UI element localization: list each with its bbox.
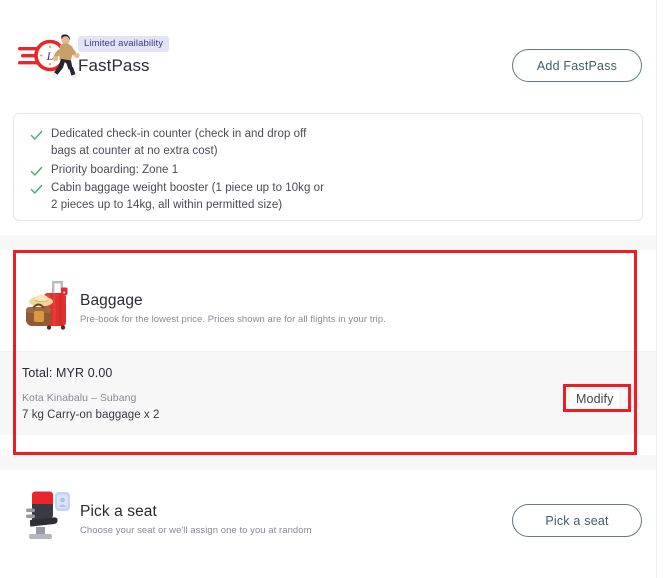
benefit-label: Cabin baggage weight booster (1 piece up… [51, 180, 324, 214]
seat-heading-group: Pick a seat Choose your seat or we'll as… [80, 503, 312, 536]
baggage-heading-group: Baggage Pre-book for the lowest price. P… [80, 292, 386, 325]
benefit-line: bags at counter at no extra cost) [51, 145, 218, 157]
benefit-item: Dedicated check-in counter (check in and… [30, 126, 306, 160]
benefit-label: Priority boarding: Zone 1 [51, 164, 179, 176]
airplane-seat-icon [22, 486, 80, 542]
seat-subtitle: Choose your seat or we'll assign one to … [80, 525, 312, 536]
add-fastpass-button[interactable]: Add FastPass [512, 49, 642, 82]
baggage-section[interactable]: Baggage Pre-book for the lowest price. P… [0, 250, 656, 455]
check-icon [30, 129, 43, 142]
benefit-line: Dedicated check-in counter (check in and… [51, 128, 307, 140]
baggage-route: Kota Kinabalu – Subang [22, 392, 137, 404]
fastpass-title: FastPass [78, 56, 150, 75]
benefit-item: Cabin baggage weight booster (1 piece up… [30, 180, 324, 214]
baggage-summary-panel: Total: MYR 0.00 Kota Kinabalu – Subang 7… [0, 352, 656, 435]
benefit-line: Cabin baggage weight booster (1 piece up… [51, 182, 324, 194]
seat-title: Pick a seat [80, 503, 157, 520]
baggage-detail: 7 kg Carry-on baggage x 2 [22, 409, 160, 421]
check-icon [30, 183, 43, 196]
scrollbar-thumb[interactable] [659, 2, 666, 302]
baggage-header: Baggage Pre-book for the lowest price. P… [0, 250, 656, 352]
fastpass-running-clock-icon: L [18, 28, 80, 84]
booking-addons-page: L Limited availability FastPass Add Fast… [0, 0, 656, 578]
fastpass-heading-group: Limited availability FastPass [78, 33, 170, 76]
pick-a-seat-button[interactable]: Pick a seat [512, 504, 642, 537]
benefit-item: Priority boarding: Zone 1 [30, 162, 178, 179]
benefit-label: Dedicated check-in counter (check in and… [51, 126, 306, 160]
benefit-line: 2 pieces up to 14kg, all within permitte… [51, 199, 283, 211]
baggage-total: Total: MYR 0.00 [22, 366, 113, 380]
vertical-scrollbar[interactable] [656, 0, 668, 578]
svg-text:L: L [46, 49, 54, 63]
check-icon [30, 165, 43, 178]
suitcase-duffel-bag-icon [22, 276, 80, 332]
modify-baggage-link[interactable]: Modify [570, 390, 620, 408]
section-divider [0, 455, 656, 470]
fastpass-benefits-card: Dedicated check-in counter (check in and… [13, 113, 643, 221]
fastpass-section: L Limited availability FastPass Add Fast… [0, 0, 656, 108]
limited-availability-badge: Limited availability [78, 36, 170, 52]
baggage-title: Baggage [80, 292, 143, 309]
baggage-subtitle: Pre-book for the lowest price. Prices sh… [80, 314, 386, 325]
section-divider [0, 235, 656, 250]
